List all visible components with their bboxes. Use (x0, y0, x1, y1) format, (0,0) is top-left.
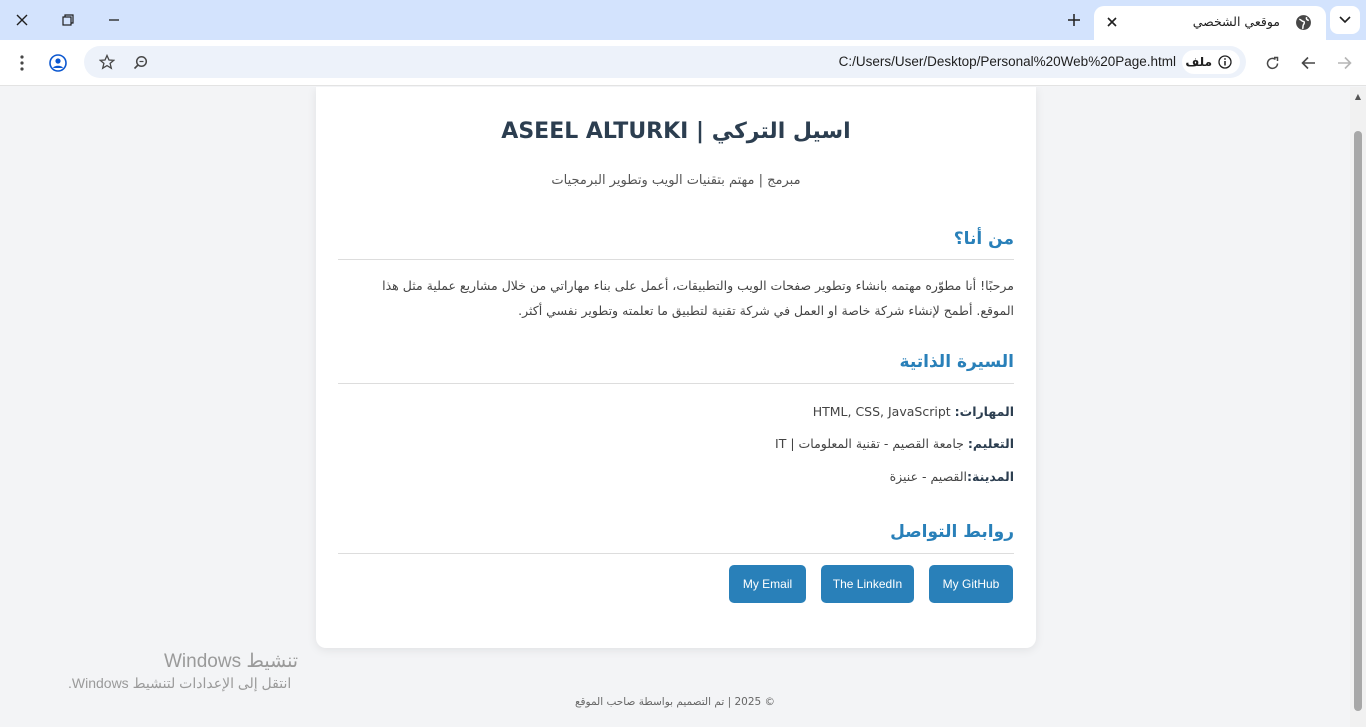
tab-search-button[interactable] (1330, 6, 1360, 34)
arrow-right-icon (1337, 56, 1352, 70)
site-info-chip[interactable]: ملف (1182, 50, 1240, 74)
forward-button[interactable] (1331, 50, 1357, 76)
github-link-button[interactable]: My GitHub (929, 565, 1013, 603)
url-text[interactable]: C:/Users/User/Desktop/Personal%20Web%20P… (839, 54, 1176, 69)
site-info-label: ملف (1185, 55, 1212, 69)
globe-icon (1296, 15, 1311, 30)
back-button[interactable] (1295, 50, 1321, 76)
about-heading: من أنا؟ (953, 229, 1014, 249)
skills-row: المهارات: HTML, CSS, JavaScript (813, 404, 1014, 419)
city-label: المدينة: (967, 469, 1014, 484)
reload-button[interactable] (1259, 50, 1285, 76)
cv-heading: السيرة الذاتية (899, 352, 1014, 372)
close-window-button[interactable] (8, 6, 36, 34)
tab-strip: موقعي الشخصي (0, 0, 1366, 40)
education-value: جامعة القصيم - تقنية المعلومات | IT (775, 436, 968, 451)
city-row: المدينة:القصيم - عنيزة (890, 469, 1014, 484)
search-icon (133, 55, 147, 69)
about-text: مرحبًا! أنا مطوّره مهتمه بانشاء وتطوير ص… (382, 278, 1014, 318)
education-row: التعليم: جامعة القصيم - تقنية المعلومات … (775, 436, 1014, 451)
tab-close-button[interactable] (1102, 12, 1122, 32)
scroll-thumb[interactable] (1354, 131, 1362, 711)
minimize-icon (109, 19, 119, 21)
links-heading: روابط التواصل (890, 522, 1014, 542)
zoom-lens-button[interactable] (129, 51, 151, 73)
divider (338, 259, 1014, 260)
profile-icon (49, 54, 67, 72)
restore-window-button[interactable] (54, 6, 82, 34)
email-link-button[interactable]: My Email (729, 565, 806, 603)
restore-icon (62, 14, 74, 26)
tab-title: موقعي الشخصي (1192, 14, 1280, 29)
education-label: التعليم: (967, 436, 1014, 451)
city-value: القصيم - عنيزة (889, 469, 968, 484)
profile-card: اسيل التركي | ASEEL ALTURKI مبرمج | مهتم… (316, 87, 1036, 648)
menu-button[interactable] (9, 50, 35, 76)
skills-label: المهارات: (954, 404, 1014, 419)
plus-icon (1068, 14, 1080, 26)
browser-toolbar: C:/Users/User/Desktop/Personal%20Web%20P… (0, 40, 1366, 86)
info-icon (1218, 55, 1232, 69)
page-title: اسيل التركي | ASEEL ALTURKI (501, 119, 851, 144)
address-bar[interactable]: C:/Users/User/Desktop/Personal%20Web%20P… (84, 46, 1246, 78)
close-icon (1107, 17, 1117, 27)
page-footer: © 2025 | تم التصميم بواسطة صاحب الموقع (574, 696, 776, 708)
scroll-up-icon[interactable]: ▲ (1353, 91, 1363, 101)
page-viewport: اسيل التركي | ASEEL ALTURKI مبرمج | مهتم… (0, 87, 1350, 727)
arrow-left-icon (1300, 56, 1315, 70)
divider (338, 553, 1014, 554)
reload-icon (1266, 56, 1278, 69)
minimize-window-button[interactable] (100, 6, 128, 34)
linkedin-link-button[interactable]: The LinkedIn (821, 565, 914, 603)
profile-button[interactable] (45, 50, 71, 76)
divider (338, 383, 1014, 384)
bookmark-star-button[interactable] (96, 51, 118, 73)
chevron-down-icon (1339, 16, 1351, 24)
new-tab-button[interactable] (1062, 8, 1086, 32)
windows-activation-hint: انتقل إلى الإعدادات لتنشيط Windows. (68, 675, 292, 691)
more-vert-icon (20, 55, 24, 71)
windows-activation-title: تنشيط Windows (164, 651, 299, 672)
browser-tab[interactable]: موقعي الشخصي (1094, 6, 1326, 40)
page-subtitle: مبرمج | مهتم بتقنيات الويب وتطوير البرمج… (551, 173, 801, 188)
close-icon (16, 14, 28, 26)
star-icon (99, 54, 115, 70)
vertical-scrollbar[interactable]: ▲ (1350, 87, 1366, 727)
skills-value: HTML, CSS, JavaScript (812, 404, 955, 419)
